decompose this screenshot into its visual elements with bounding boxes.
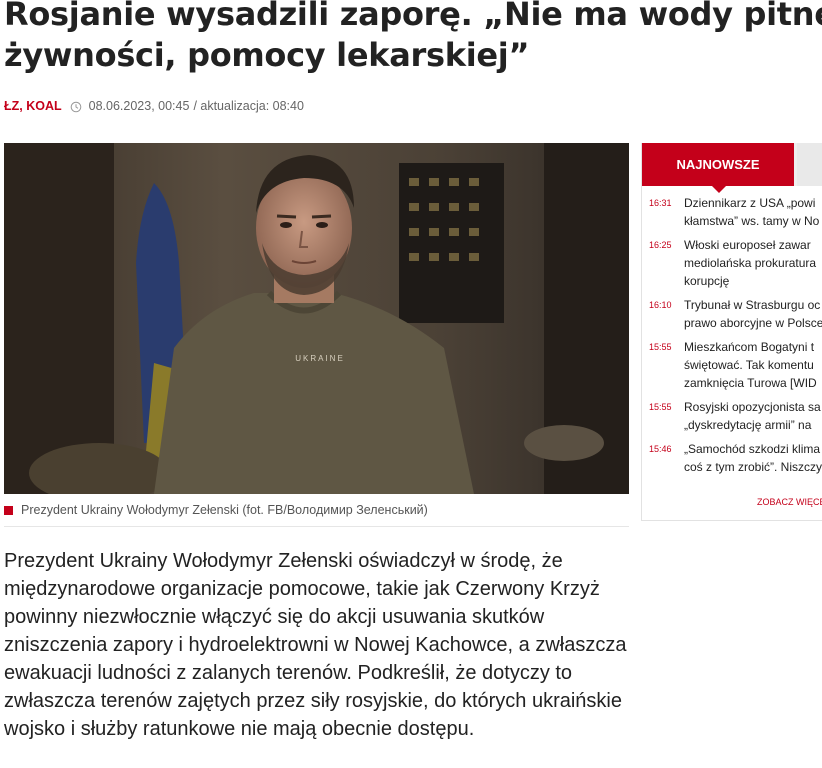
news-item[interactable]: 15:55 Rosyjski opozycjonista sa „dyskred… — [642, 398, 822, 440]
shirt-logo-text: UKRAINE — [295, 354, 345, 363]
news-time: 15:55 — [649, 342, 672, 352]
news-time: 15:46 — [649, 444, 672, 454]
article-headline: Rosjanie wysadzili zaporę. „Nie ma wody … — [4, 0, 822, 76]
tab-latest[interactable]: NAJNOWSZE — [642, 143, 794, 193]
news-item[interactable]: 16:31 Dziennikarz z USA „powi kłamstwa” … — [642, 194, 822, 236]
publish-date: 08.06.2023, 00:45 — [88, 99, 190, 113]
see-more-link[interactable]: ZOBACZ WIĘCE — [757, 497, 822, 507]
headline-line-2: żywności, pomocy lekarskiej” — [4, 36, 530, 74]
article-lead: Prezydent Ukrainy Wołodymyr Zełenski ośw… — [4, 550, 627, 740]
tab-latest-label: NAJNOWSZE — [676, 157, 760, 172]
headline-line-1: Rosjanie wysadzili zaporę. „Nie ma wody … — [4, 0, 822, 33]
update-time: / aktualizacja: 08:40 — [193, 99, 304, 113]
latest-news-sidebar: NAJNOWSZE 16:31 Dziennikarz z USA „powi … — [641, 143, 822, 521]
tab-other[interactable] — [797, 143, 822, 186]
news-title[interactable]: Dziennikarz z USA „powi kłamstwa” ws. ta… — [684, 194, 822, 236]
news-time: 16:31 — [649, 198, 672, 208]
news-title[interactable]: Mieszkańcom Bogatyni t świętować. Tak ko… — [684, 338, 822, 398]
news-title[interactable]: „Samochód szkodzi klima coś z tym zrobić… — [684, 440, 822, 482]
news-time: 16:25 — [649, 240, 672, 250]
news-list: 16:31 Dziennikarz z USA „powi kłamstwa” … — [642, 194, 822, 482]
article-photo: UKRAINE — [4, 143, 629, 494]
news-title[interactable]: Trybunał w Strasburgu oc prawo aborcyjne… — [684, 296, 822, 338]
news-title[interactable]: Włoski europoseł zawar mediolańska proku… — [684, 236, 822, 296]
news-item[interactable]: 15:55 Mieszkańcom Bogatyni t świętować. … — [642, 338, 822, 398]
news-item[interactable]: 16:10 Trybunał w Strasburgu oc prawo abo… — [642, 296, 822, 338]
clock-icon — [70, 101, 84, 115]
news-title[interactable]: Rosyjski opozycjonista sa „dyskredytację… — [684, 398, 822, 440]
sidebar-tabs: NAJNOWSZE — [642, 143, 822, 193]
news-item[interactable]: 15:46 „Samochód szkodzi klima coś z tym … — [642, 440, 822, 482]
caption-text: Prezydent Ukrainy Wołodymyr Zełenski (fo… — [21, 503, 428, 517]
caption-square-icon — [4, 505, 13, 515]
photo-caption: Prezydent Ukrainy Wołodymyr Zełenski (fo… — [4, 503, 629, 527]
author-link[interactable]: ŁZ, KOAL — [4, 99, 62, 113]
news-item[interactable]: 16:25 Włoski europoseł zawar mediolańska… — [642, 236, 822, 296]
article-meta: ŁZ, KOAL 08.06.2023, 00:45 / aktualizacj… — [4, 99, 304, 113]
news-time: 16:10 — [649, 300, 672, 310]
news-time: 15:55 — [649, 402, 672, 412]
